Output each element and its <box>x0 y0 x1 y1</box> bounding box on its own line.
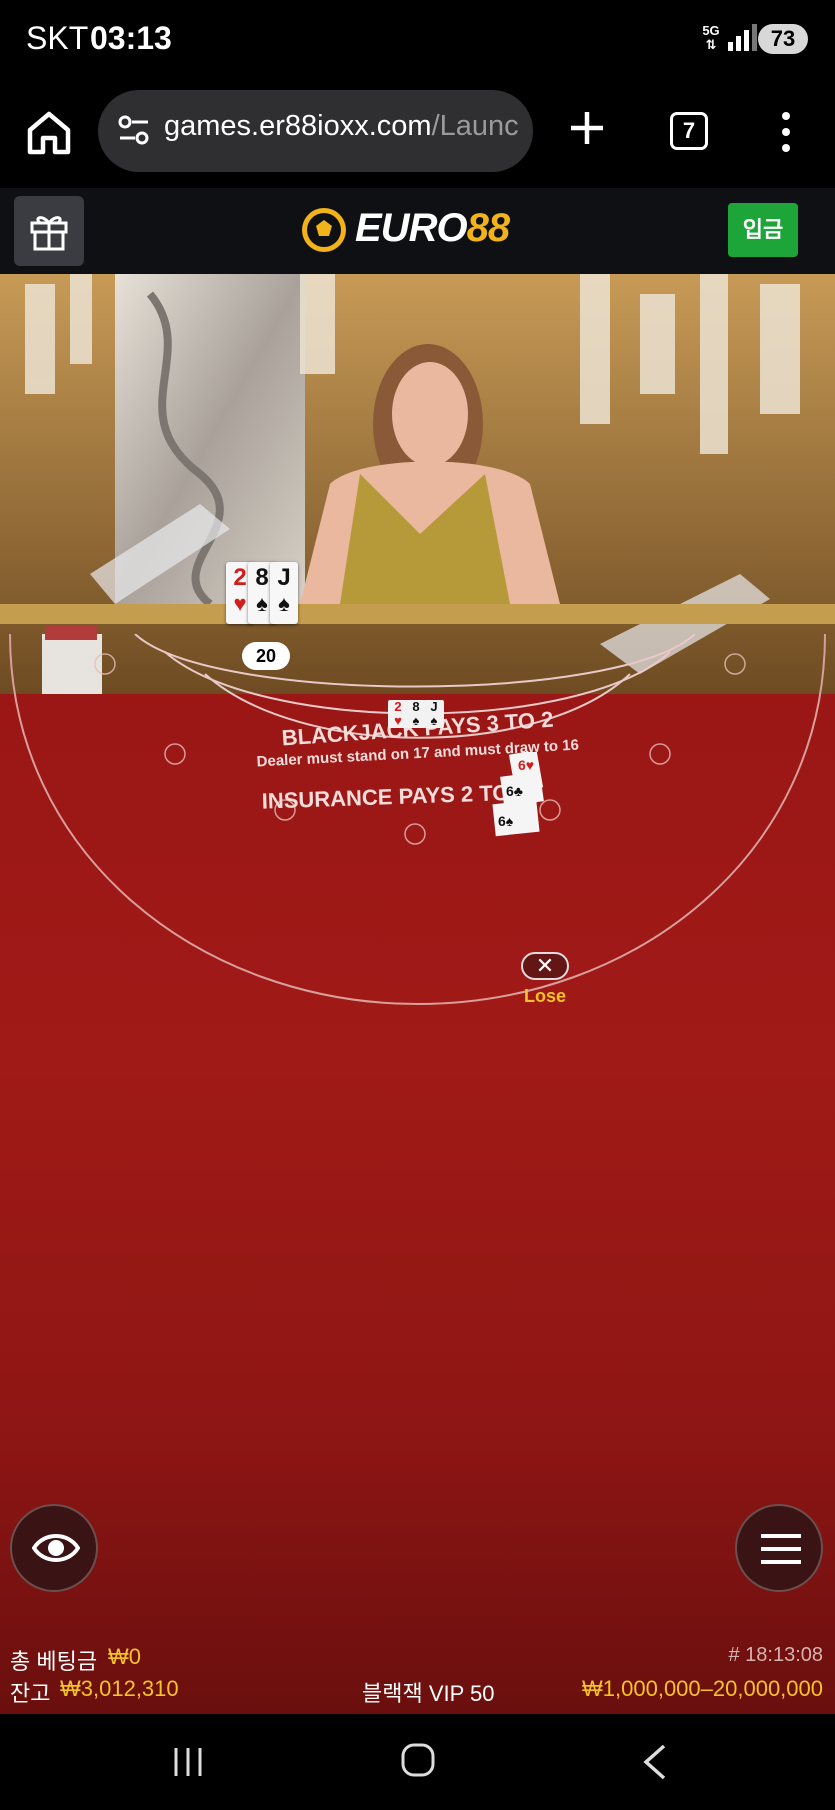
network-5g-icon: 5G ⇅ <box>702 23 720 52</box>
svg-text:6♣: 6♣ <box>506 783 523 799</box>
deposit-button[interactable]: 입금 <box>728 203 798 257</box>
result-close-icon: ✕ <box>521 952 569 980</box>
gift-button[interactable] <box>14 196 84 266</box>
hamburger-icon <box>761 1534 801 1564</box>
signal-icon <box>728 24 757 51</box>
eye-icon <box>32 1534 80 1562</box>
back-icon[interactable] <box>640 1742 670 1782</box>
dealer-total-badge: 20 <box>242 642 290 670</box>
system-home-icon[interactable] <box>400 1742 436 1778</box>
balance-value: ₩3,012,310 <box>60 1676 179 1701</box>
player-cards: 6♥ 6♣ 6♠ <box>492 752 544 837</box>
dealer-cards-on-table: 2 ♥ 8 ♠ J ♠ <box>388 700 470 730</box>
status-bar: SKT 03:13 5G ⇅ 73 <box>0 0 835 80</box>
home-icon[interactable] <box>24 108 74 158</box>
battery-icon: 73 <box>758 24 808 54</box>
address-bar[interactable]: games.er88ioxx.com/Launc <box>98 90 533 172</box>
site-logo[interactable]: EURO88 <box>300 202 530 258</box>
tab-switcher-button[interactable]: 7 <box>670 112 708 150</box>
browser-toolbar: games.er88ioxx.com/Launc 7 <box>0 80 835 188</box>
url-text: games.er88ioxx.com/Launc <box>164 110 519 142</box>
dealer-card: J ♠ <box>270 562 298 624</box>
svg-text:6♠: 6♠ <box>498 813 514 829</box>
site-header: EURO88 입금 <box>0 188 835 274</box>
new-tab-icon[interactable] <box>567 108 607 148</box>
svg-text:INSURANCE PAYS 2 TO 1: INSURANCE PAYS 2 TO 1 <box>261 779 528 813</box>
more-options-icon[interactable] <box>776 110 796 154</box>
total-bet-value: ₩0 <box>108 1644 141 1669</box>
balance-label: 잔고 <box>10 1681 51 1706</box>
view-toggle-button[interactable] <box>10 1504 98 1592</box>
felt-markings: BLACKJACK PAYS 3 TO 2 Dealer must stand … <box>256 707 579 814</box>
total-bet-label: 총 베팅금 <box>10 1649 98 1674</box>
menu-button[interactable] <box>735 1504 823 1592</box>
gift-icon <box>30 216 68 251</box>
table-name: 블랙잭 VIP 50 <box>362 1681 495 1706</box>
game-stream[interactable]: BLACKJACK PAYS 3 TO 2 Dealer must stand … <box>0 274 835 1714</box>
table-card: 8 ♠ <box>406 700 426 728</box>
system-nav-bar <box>0 1714 835 1810</box>
table-card: 2 ♥ <box>388 700 408 728</box>
site-settings-icon[interactable] <box>116 112 152 148</box>
bet-limits: ₩1,000,000–20,000,000 <box>582 1676 823 1701</box>
carrier-label: SKT <box>26 20 89 56</box>
recent-apps-icon[interactable] <box>170 1744 206 1780</box>
result-label: Lose <box>523 986 566 1006</box>
clock: 03:13 <box>90 20 172 56</box>
svg-text:6♥: 6♥ <box>518 757 534 773</box>
round-id: # 18:13:08 <box>728 1644 823 1666</box>
soccer-ball-icon <box>302 208 346 252</box>
logo-text: EURO88 <box>355 206 510 250</box>
bet-info-bar: 총 베팅금 ₩0 잔고 ₩3,012,310 # 18:13:08 블랙잭 VI… <box>0 1634 835 1714</box>
table-card: J ♠ <box>424 700 444 728</box>
